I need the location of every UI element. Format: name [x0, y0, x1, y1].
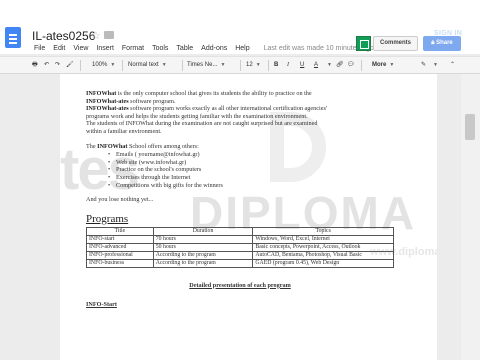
canvas-margin [0, 74, 60, 360]
text-color-icon[interactable]: A [314, 59, 318, 72]
paragraph: programs work and helps the students get… [86, 112, 308, 120]
font-size-select[interactable]: 12 ▼ [246, 59, 261, 72]
table-cell: Basic concepts, Powerpoint, Access, Outl… [252, 242, 394, 252]
list-item: Exercises through the Internet [108, 174, 416, 182]
document-page[interactable]: tes DIPLOMA www.diploma.edu.gr INFOWhat … [60, 74, 437, 360]
bold-icon[interactable]: B [274, 59, 278, 72]
list-item: Practice on the school's computers [108, 166, 416, 174]
column-header: Title [86, 226, 154, 236]
collapse-icon[interactable]: ⌃ [450, 59, 455, 72]
underline-icon[interactable]: U [300, 59, 304, 72]
menu-bar: File Edit View Insert Format Tools Table… [30, 43, 374, 55]
paint-format-icon[interactable]: 🖌︎ [66, 59, 74, 72]
menu-view[interactable]: View [69, 43, 92, 55]
link-icon[interactable]: 🔗︎ [336, 59, 344, 72]
menu-edit[interactable]: Edit [49, 43, 69, 55]
star-icon[interactable]: ☆ [91, 29, 101, 42]
style-select[interactable]: Normal text ▼ [128, 59, 167, 72]
detailed-heading: Detailed presentation of each program [189, 281, 291, 289]
scrollbar-thumb[interactable] [465, 114, 475, 140]
menu-table[interactable]: Table [172, 43, 197, 55]
style-value: Normal text [128, 62, 159, 68]
menu-format[interactable]: Format [118, 43, 148, 55]
table-cell: INFO-business [86, 258, 154, 268]
app-header: IL-ates0256 ☆ SIGN IN File Edit View Ins… [0, 0, 480, 54]
list-item: Competitions with big gifts for the winn… [108, 182, 416, 190]
folder-icon[interactable] [104, 31, 114, 39]
table-cell: INFO-start [86, 234, 154, 244]
formatting-toolbar: 🖶︎ ↶ ↷ 🖌︎ 100% ▼ Normal text ▼ Times Ne...… [0, 56, 480, 74]
zoom-select[interactable]: 100% ▼ [92, 59, 115, 72]
list-item: Web site (www.infowhat.gr) [108, 159, 416, 167]
italic-icon[interactable]: I [287, 59, 289, 72]
column-header: Topics [252, 226, 394, 236]
font-value: Times Ne... [187, 62, 218, 68]
print-icon[interactable]: 🖶︎ [32, 59, 38, 72]
menu-add-ons[interactable]: Add-ons [197, 43, 231, 55]
text-color-dropdown-icon[interactable]: ▼ [324, 59, 332, 72]
table-row: INFO-professional According to the progr… [86, 250, 394, 260]
menu-insert[interactable]: Insert [92, 43, 118, 55]
font-size-value: 12 [246, 62, 253, 68]
table-cell: INFO-advanced [86, 242, 154, 252]
more-label: More [372, 62, 387, 68]
redo-icon[interactable]: ↷ [55, 59, 60, 72]
share-button[interactable]: 🔒︎ Share [423, 36, 461, 51]
paragraph: The students of INFOWhat during the exam… [86, 120, 318, 128]
menu-file[interactable]: File [30, 43, 49, 55]
more-button[interactable]: More ▼ [372, 59, 394, 72]
programs-heading: Programs [86, 212, 129, 225]
menu-help[interactable]: Help [231, 43, 253, 55]
table-row: INFO-start 70 hours Windows, Word, Excel… [86, 234, 394, 244]
paragraph: INFOWhat is the only computer school tha… [86, 90, 312, 97]
comments-button[interactable]: Comments [373, 36, 418, 51]
undo-icon[interactable]: ↶ [44, 59, 49, 72]
table-cell: AutoCAD, Bentama, Photoshop, Visual Basi… [252, 250, 394, 260]
table-cell: 70 hours [152, 234, 254, 244]
column-header: Duration [152, 226, 254, 236]
programs-table: Title Duration Topics INFO-start 70 hour… [86, 226, 394, 268]
offers-list: Emails ( yourname@infowhat.gr) Web site … [108, 151, 416, 189]
pencil-mode-icon[interactable]: ✎ [421, 59, 426, 72]
offers-line: The INFOWhat School offers among others: [86, 142, 199, 150]
table-cell: According to the program [152, 250, 254, 260]
table-row: INFO-advanced 50 hours Basic concepts, P… [86, 242, 394, 252]
document-title[interactable]: IL-ates0256 [32, 29, 95, 43]
comment-icon[interactable]: 💬︎ [347, 59, 355, 72]
document-body: INFOWhat is the only computer school tha… [86, 90, 416, 309]
info-start-heading: INFO-Start [86, 301, 117, 309]
table-cell: Windows, Word, Excel, Internet [252, 234, 394, 244]
paragraph: INFOWhat-ates software program works exa… [86, 105, 327, 113]
table-header-row: Title Duration Topics [86, 226, 394, 236]
closing-line: And you lose nothing yet... [86, 196, 154, 204]
mode-dropdown-icon[interactable]: ▼ [430, 59, 438, 72]
sheets-icon[interactable] [356, 36, 371, 51]
share-label: Share [436, 40, 453, 46]
paragraph: within a familiar environment. [86, 127, 162, 135]
table-cell: GAED (program 0.45), Web Design [252, 258, 394, 268]
paragraph: INFOWhat-ates software program. [86, 97, 176, 105]
table-cell: INFO-professional [86, 250, 154, 260]
font-select[interactable]: Times Ne... ▼ [187, 59, 225, 72]
vertical-scrollbar[interactable] [461, 74, 480, 360]
table-cell: 50 hours [152, 242, 254, 252]
table-cell: According to the program [152, 258, 254, 268]
zoom-value: 100% [92, 62, 108, 68]
list-item: Emails ( yourname@infowhat.gr) [108, 151, 416, 159]
docs-home-icon[interactable] [5, 27, 21, 48]
menu-tools[interactable]: Tools [148, 43, 172, 55]
table-row: INFO-business According to the program G… [86, 258, 394, 268]
